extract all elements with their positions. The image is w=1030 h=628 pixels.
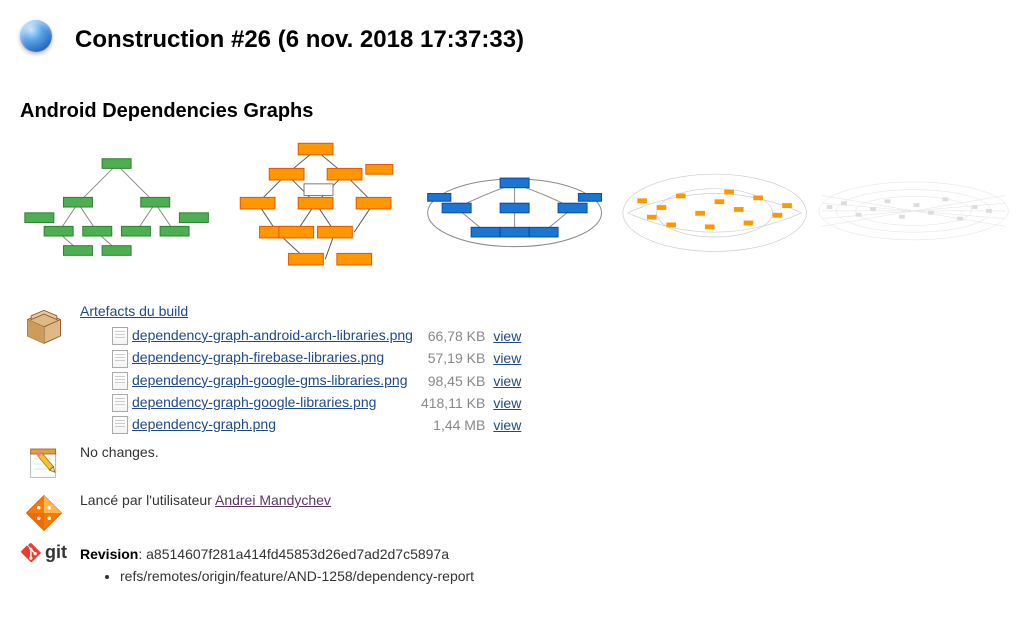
changes-block: No changes. [20, 444, 1010, 484]
page-title: Construction #26 (6 nov. 2018 17:37:33) [75, 26, 524, 54]
changes-text: No changes. [80, 444, 159, 460]
cause-user-link[interactable]: Andrei Mandychev [215, 492, 331, 508]
graph-thumbnail[interactable] [418, 133, 611, 283]
artefacts-table: dependency-graph-android-arch-libraries.… [108, 325, 525, 436]
page-header: Construction #26 (6 nov. 2018 17:37:33) [20, 20, 1010, 60]
artefact-file-link[interactable]: dependency-graph-firebase-libraries.png [132, 349, 384, 365]
graph-thumbnail[interactable] [618, 133, 811, 283]
artefact-file-link[interactable]: dependency-graph-google-libraries.png [132, 394, 376, 410]
build-status-icon [20, 20, 60, 60]
artefact-size: 98,45 KB [417, 370, 489, 392]
artefact-row: dependency-graph-firebase-libraries.png 5… [108, 347, 525, 369]
artefact-row: dependency-graph-google-libraries.png 418… [108, 392, 525, 414]
artefact-view-link[interactable]: view [493, 350, 521, 366]
artefact-size: 66,78 KB [417, 325, 489, 347]
revision-line: Revision: a8514607f281a414fd45853d26ed7a… [80, 546, 1010, 562]
artefact-size: 418,11 KB [417, 392, 489, 414]
file-icon [112, 372, 128, 390]
artefact-view-link[interactable]: view [493, 373, 521, 389]
file-icon [112, 416, 128, 434]
file-icon [112, 350, 128, 368]
cause-prefix: Lancé par l'utilisateur [80, 492, 215, 508]
artefact-file-link[interactable]: dependency-graph-google-gms-libraries.pn… [132, 372, 408, 388]
artefact-row: dependency-graph-android-arch-libraries.… [108, 325, 525, 347]
artefact-row: dependency-graph.png 1,44 MBview [108, 414, 525, 436]
graphs-section-title: Android Dependencies Graphs [20, 100, 1010, 123]
file-icon [112, 394, 128, 412]
graph-thumbnail[interactable] [817, 133, 1010, 283]
refs-list: refs/remotes/origin/feature/AND-1258/dep… [80, 568, 1010, 584]
artefact-row: dependency-graph-google-gms-libraries.pn… [108, 370, 525, 392]
artefact-size: 57,19 KB [417, 347, 489, 369]
artefact-file-link[interactable]: dependency-graph-android-arch-libraries.… [132, 327, 413, 343]
ref-item: refs/remotes/origin/feature/AND-1258/dep… [120, 568, 1010, 584]
artefact-file-link[interactable]: dependency-graph.png [132, 416, 276, 432]
artefact-view-link[interactable]: view [493, 328, 521, 344]
artefact-view-link[interactable]: view [493, 395, 521, 411]
artefacts-title-link[interactable]: Artefacts du build [80, 303, 188, 319]
git-icon: git [20, 542, 68, 563]
revision-block: git Revision: a8514607f281a414fd45853d26… [20, 542, 1010, 586]
artefacts-block: Artefacts du build dependency-graph-andr… [20, 303, 1010, 436]
graph-thumbnail[interactable] [20, 133, 213, 283]
revision-hash: a8514607f281a414fd45853d26ed7ad2d7c5897a [146, 546, 449, 562]
graph-thumbnail[interactable] [219, 133, 412, 283]
cause-block: Lancé par l'utilisateur Andrei Mandychev [20, 492, 1010, 534]
thumbnails-row [20, 133, 1010, 283]
notepad-icon [20, 444, 68, 484]
package-icon [20, 303, 68, 347]
artefact-size: 1,44 MB [417, 414, 489, 436]
artefact-view-link[interactable]: view [493, 417, 521, 433]
file-icon [112, 327, 128, 345]
cause-icon [20, 492, 68, 534]
